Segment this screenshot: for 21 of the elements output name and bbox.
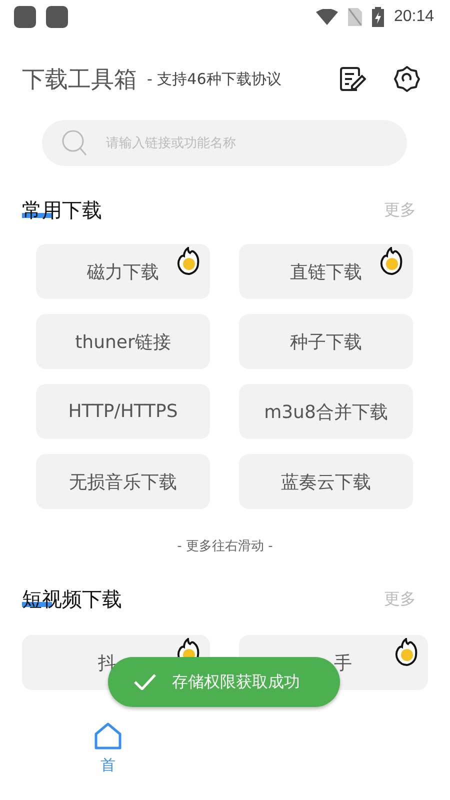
home-icon [94, 722, 122, 750]
tool-button[interactable]: 直链下载 [239, 244, 413, 299]
wifi-icon [316, 9, 338, 25]
no-sim-icon [348, 8, 362, 26]
tool-button[interactable]: 蓝奏云下载 [239, 454, 413, 509]
tool-button[interactable]: 无损音乐下载 [36, 454, 210, 509]
clock-time: 20:14 [394, 8, 434, 26]
tool-button[interactable]: m3u8合并下载 [239, 384, 413, 439]
tool-button[interactable]: thuner链接 [36, 314, 210, 369]
check-icon [134, 674, 156, 690]
notification-icon [46, 6, 68, 28]
notification-icon [14, 6, 36, 28]
tool-button[interactable]: HTTP/HTTPS [36, 384, 210, 439]
scroll-hint: - 更多往右滑动 - [176, 538, 274, 555]
app-title: 下载工具箱 [22, 66, 137, 94]
tool-button[interactable]: 磁力下载 [36, 244, 210, 299]
settings-icon[interactable] [394, 66, 420, 92]
battery-icon [372, 7, 384, 27]
tool-button[interactable]: 种子下载 [239, 314, 413, 369]
edit-icon[interactable] [340, 67, 366, 91]
app-subtitle: - 支持46种下载协议 [147, 70, 282, 88]
